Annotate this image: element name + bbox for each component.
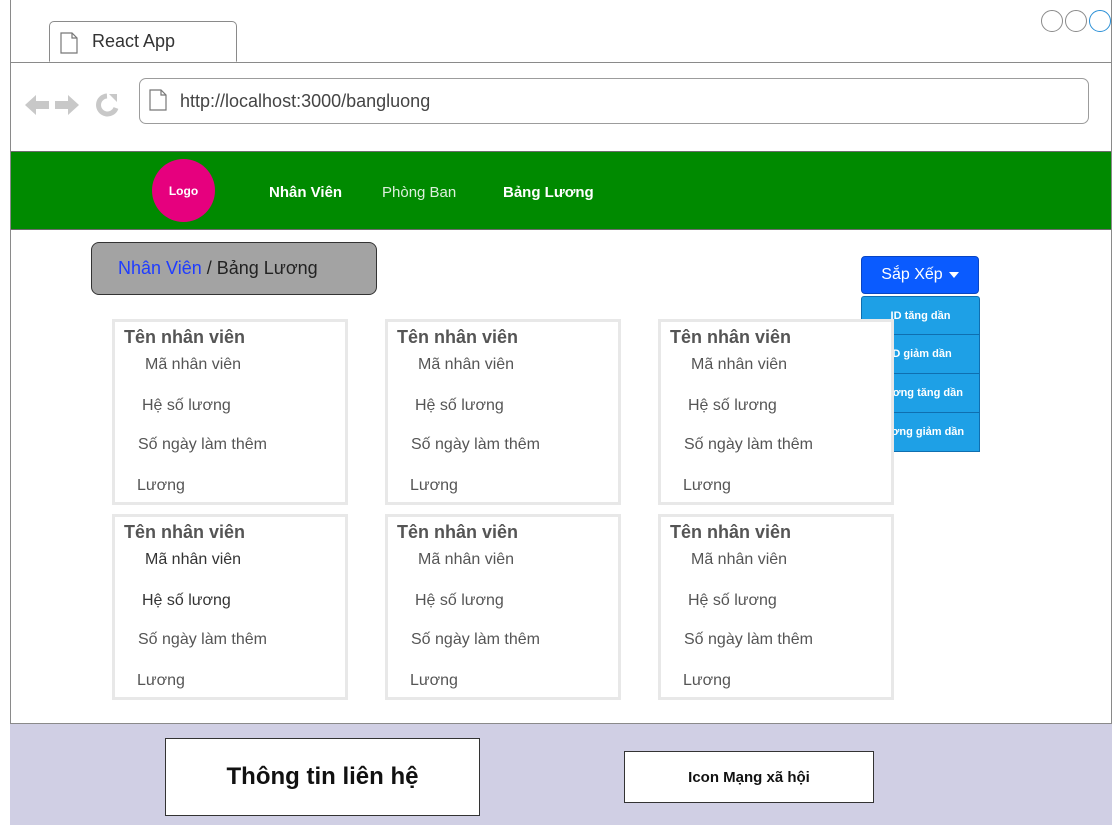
- caret-down-icon: [948, 272, 959, 278]
- employee-name: Tên nhân viên: [670, 522, 792, 542]
- url-text: http://localhost:3000/bangluong: [180, 91, 431, 111]
- browser-tab[interactable]: React App: [49, 21, 237, 62]
- salary-coefficient: Hệ số lương: [688, 397, 777, 414]
- employee-card[interactable]: Tên nhân viên Mã nhân viên Hệ số lương S…: [112, 319, 348, 505]
- overtime-days: Số ngày làm thêm: [684, 436, 813, 453]
- employee-id: Mã nhân viên: [691, 356, 788, 373]
- employee-card[interactable]: Tên nhân viên Mã nhân viên Hệ số lương S…: [658, 514, 894, 700]
- employee-id: Mã nhân viên: [145, 356, 242, 373]
- employee-card[interactable]: Tên nhân viên Mã nhân viên Hệ số lương S…: [658, 319, 894, 505]
- address-bar-area: http://localhost:3000/bangluong: [11, 62, 1111, 150]
- sort-dropdown-button[interactable]: Sắp Xếp: [861, 256, 979, 294]
- salary: Lương: [410, 477, 458, 494]
- salary: Lương: [137, 672, 185, 689]
- employee-name: Tên nhân viên: [124, 327, 246, 347]
- salary-coefficient: Hệ số lương: [142, 397, 231, 414]
- app-header: Logo Nhân Viên Phòng Ban Bảng Lương: [11, 151, 1111, 230]
- breadcrumb-current: Bảng Lương: [216, 258, 318, 278]
- employee-card[interactable]: Tên nhân viên Mã nhân viên Hệ số lương S…: [385, 514, 621, 700]
- reload-icon[interactable]: [96, 93, 119, 117]
- salary-coefficient: Hệ số lương: [415, 592, 504, 609]
- window-controls: [1041, 10, 1111, 32]
- breadcrumb: Nhân Viên / Bảng Lương: [91, 242, 377, 295]
- contact-info-box[interactable]: Thông tin liên hệ: [165, 738, 480, 816]
- url-input[interactable]: http://localhost:3000/bangluong: [139, 78, 1089, 124]
- page-icon: [149, 89, 167, 116]
- employee-name: Tên nhân viên: [397, 327, 519, 347]
- employee-name: Tên nhân viên: [397, 522, 519, 542]
- nav-link-bang-luong[interactable]: Bảng Lương: [503, 184, 594, 201]
- breadcrumb-separator: /: [201, 258, 217, 278]
- social-icons-box[interactable]: Icon Mạng xã hội: [624, 751, 874, 803]
- page-icon: [60, 32, 78, 59]
- employee-card[interactable]: Tên nhân viên Mã nhân viên Hệ số lương S…: [112, 514, 348, 700]
- employee-id: Mã nhân viên: [418, 551, 515, 568]
- employee-name: Tên nhân viên: [124, 522, 246, 542]
- employee-card[interactable]: Tên nhân viên Mã nhân viên Hệ số lương S…: [385, 319, 621, 505]
- breadcrumb-link-nhan-vien[interactable]: Nhân Viên: [118, 258, 202, 279]
- overtime-days: Số ngày làm thêm: [411, 436, 540, 453]
- salary: Lương: [683, 477, 731, 494]
- overtime-days: Số ngày làm thêm: [138, 631, 267, 648]
- footer: Thông tin liên hệ Icon Mạng xã hội: [10, 723, 1112, 825]
- salary-coefficient: Hệ số lương: [415, 397, 504, 414]
- tab-strip: React App: [11, 0, 1111, 63]
- nav-link-nhan-vien[interactable]: Nhân Viên: [269, 184, 342, 201]
- employee-name: Tên nhân viên: [670, 327, 792, 347]
- overtime-days: Số ngày làm thêm: [411, 631, 540, 648]
- overtime-days: Số ngày làm thêm: [684, 631, 813, 648]
- browser-nav-buttons: [23, 92, 133, 123]
- salary-coefficient: Hệ số lương: [142, 592, 231, 609]
- forward-arrow-icon[interactable]: [55, 95, 79, 115]
- nav-link-phong-ban[interactable]: Phòng Ban: [382, 184, 456, 201]
- maximize-circle-icon[interactable]: [1065, 10, 1087, 32]
- employee-id: Mã nhân viên: [418, 356, 515, 373]
- employee-id: Mã nhân viên: [691, 551, 788, 568]
- minimize-circle-icon[interactable]: [1041, 10, 1063, 32]
- sort-label: Sắp Xếp: [881, 266, 943, 283]
- close-circle-icon[interactable]: [1089, 10, 1111, 32]
- employee-id: Mã nhân viên: [145, 551, 242, 568]
- salary-coefficient: Hệ số lương: [688, 592, 777, 609]
- salary: Lương: [410, 672, 458, 689]
- salary: Lương: [137, 477, 185, 494]
- logo[interactable]: Logo: [152, 159, 215, 222]
- back-arrow-icon[interactable]: [25, 95, 49, 115]
- overtime-days: Số ngày làm thêm: [138, 436, 267, 453]
- tab-title: React App: [92, 31, 176, 51]
- salary: Lương: [683, 672, 731, 689]
